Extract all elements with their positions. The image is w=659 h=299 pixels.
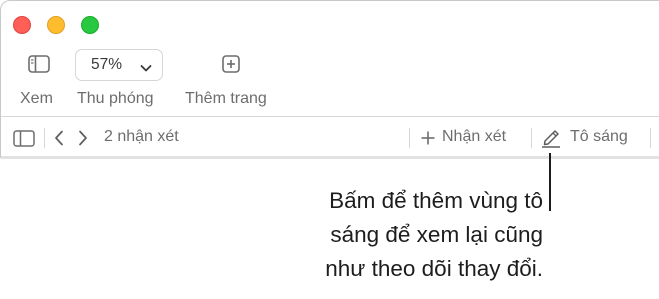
separator (650, 128, 651, 148)
callout-line-2: sáng để xem lại cũng (330, 222, 543, 247)
view-icon[interactable] (27, 54, 51, 74)
zoom-value: 57% (91, 56, 123, 73)
chevron-right-icon[interactable] (76, 128, 90, 148)
callout-line-1: Bấm để thêm vùng tô (329, 188, 543, 213)
zoom-popup-button[interactable]: 57% (75, 49, 163, 81)
zoom-window-button[interactable] (81, 16, 99, 34)
callout-text: Bấm để thêm vùng tô sáng để xem lại cũng… (213, 184, 543, 286)
toolbar-bottom-border (1, 156, 659, 159)
callout-line-3: như theo dõi thay đổi. (325, 256, 543, 281)
plus-square-icon[interactable] (221, 54, 241, 74)
chevron-down-icon (140, 60, 152, 78)
plus-icon[interactable] (419, 129, 437, 147)
minimize-window-button[interactable] (47, 16, 65, 34)
callout-line (549, 153, 551, 211)
pen-icon[interactable] (540, 126, 562, 148)
close-window-button[interactable] (13, 16, 31, 34)
sidebar-icon[interactable] (12, 128, 36, 148)
add-page-label: Thêm trang (185, 90, 267, 107)
chevron-left-icon[interactable] (52, 128, 66, 148)
toolbar-divider (1, 116, 659, 117)
zoom-label: Thu phóng (77, 90, 154, 107)
add-comment-button[interactable]: Nhận xét (442, 128, 506, 146)
separator (531, 128, 532, 148)
separator (409, 128, 410, 148)
comment-count: 2 nhận xét (104, 128, 179, 145)
highlight-button[interactable]: Tô sáng (570, 128, 628, 146)
view-label: Xem (20, 90, 53, 107)
app-window: Xem 57% Thu phóng Thêm trang 2 nhận xét … (0, 0, 659, 159)
separator (44, 128, 45, 148)
